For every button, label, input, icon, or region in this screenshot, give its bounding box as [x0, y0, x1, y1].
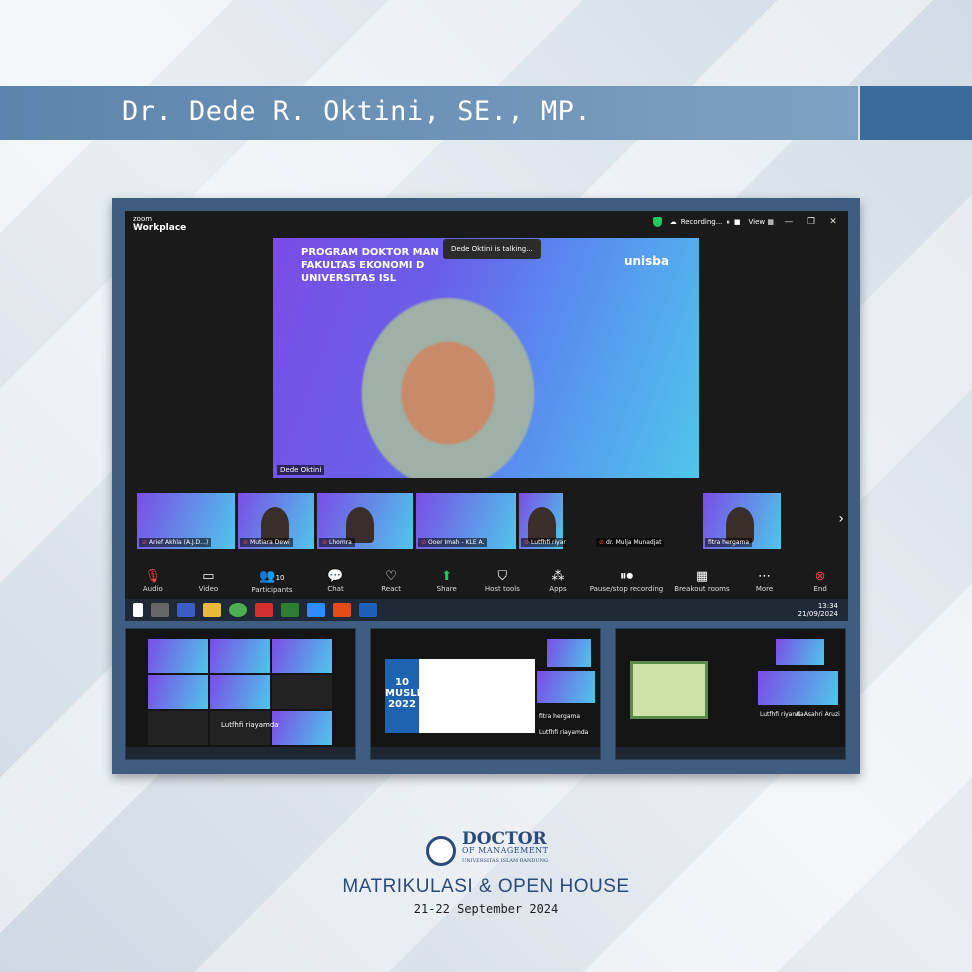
participants-button[interactable]: 👥10 Participants	[236, 569, 308, 594]
cloud-icon: ☁	[669, 218, 677, 226]
shield-icon: ⛉	[497, 569, 508, 584]
participant-tile[interactable]: ⊘ Ooer Imah - KLE A.	[416, 493, 516, 549]
participant-tile[interactable]: fitra hergama	[703, 493, 781, 549]
active-speaker-video[interactable]: PROGRAM DOKTOR MAN FAKULTAS EKONOMI D UN…	[273, 238, 699, 478]
video-thumb	[537, 671, 595, 703]
event-date: 21-22 September 2024	[413, 902, 559, 916]
mic-off-icon: ⊘	[421, 539, 427, 546]
mic-off-icon: ⊘	[524, 539, 530, 546]
screenshot-thumbnail-3: Lutfhfi riyanda A. Asahri Aruzi	[615, 628, 846, 760]
react-button[interactable]: ♡ React	[363, 569, 419, 593]
university-seal-icon	[426, 835, 456, 866]
host-tools-button[interactable]: ⛉ Host tools	[475, 569, 531, 593]
event-title: MATRIKULASI & OPEN HOUSE	[342, 876, 630, 897]
end-icon: ⊗	[814, 569, 826, 584]
video-icon: ▭	[202, 569, 215, 584]
app-icon[interactable]	[177, 603, 195, 617]
audio-button[interactable]: 🎙 Audio	[125, 569, 181, 593]
speaker-name-label: Dede Oktini	[277, 465, 325, 475]
participant-tile[interactable]: ⊘ Lhomra	[317, 493, 413, 549]
screenshot-thumbnail-1: Lutfhfi riayamda	[125, 628, 356, 760]
pause-icon[interactable]: ⏸	[726, 218, 730, 227]
zoom-logo: zoom Workplace	[133, 215, 187, 233]
minimize-icon[interactable]: —	[782, 217, 796, 227]
security-shield-icon[interactable]	[652, 217, 662, 227]
meeting-toolbar: 🎙 Audio ▭ Video 👥10 Participants 💬 Chat ♡ Rea…	[125, 563, 848, 599]
system-clock[interactable]: 13:34 21/09/2024	[798, 602, 838, 618]
share-button[interactable]: ⬆ Share	[419, 569, 475, 593]
task-view-icon[interactable]	[151, 603, 169, 617]
toolbar-thumb	[126, 747, 355, 759]
word-icon[interactable]	[359, 603, 377, 617]
mic-off-icon: ⊘	[599, 539, 605, 546]
talking-indicator: Dede Oktini is talking...	[443, 239, 541, 259]
breakout-rooms-button[interactable]: ▦ Breakout rooms	[667, 569, 737, 593]
mic-off-icon: 🎙	[144, 569, 162, 584]
unisba-logo: unisba	[623, 254, 669, 268]
gallery-grid	[148, 639, 332, 745]
participant-label: Lutfhfi riayamda	[539, 729, 589, 736]
speaker-name-title: Dr. Dede R. Oktini, SE., MP.	[122, 96, 592, 127]
grid-icon: ▦	[767, 218, 774, 226]
maximize-icon[interactable]: ❐	[804, 217, 818, 227]
video-button[interactable]: ▭ Video	[181, 569, 237, 593]
recording-indicator[interactable]: ☁ Recording... ⏸ ■	[670, 218, 741, 227]
toolbar-thumb	[371, 747, 600, 759]
folder-icon[interactable]	[203, 603, 221, 617]
participant-tile[interactable]: ⊘ dr. Mulja Munadjat	[566, 493, 700, 549]
participant-label: Lutfhfi riayamda	[221, 721, 279, 729]
slide-title: PROGRAM DOKTOR MAN FAKULTAS EKONOMI D UN…	[301, 247, 439, 284]
participants-icon: 👥10	[259, 568, 285, 584]
mic-off-icon: ⊘	[322, 539, 328, 546]
banner-accent	[860, 86, 972, 140]
video-thumb	[547, 639, 591, 667]
participant-label: fitra hergama	[539, 713, 581, 720]
heart-icon: ♡	[385, 569, 397, 584]
screenshot-thumbnail-2: 10 MUSLIM 2022 fitra hergama Lutfhfi ria…	[370, 628, 601, 760]
close-icon[interactable]: ✕	[826, 217, 840, 227]
title-bar-controls: ☁ Recording... ⏸ ■ View ▦ — ❐ ✕	[652, 217, 840, 227]
participant-strip: ⊘ Arief Akhla (A.J.D...) ⊘ Mutiara Dewi ⊘ L…	[137, 493, 837, 549]
zoom-icon[interactable]	[307, 603, 325, 617]
mic-off-icon: ⊘	[142, 539, 148, 546]
video-thumb	[758, 671, 838, 705]
participant-tile[interactable]: ⊘ Mutiara Dewi	[238, 493, 314, 549]
speaker-face	[348, 283, 548, 478]
breakout-icon: ▦	[695, 569, 709, 584]
slide-cover: 10 MUSLIM 2022	[385, 659, 430, 733]
chat-icon: 💬	[327, 569, 344, 584]
video-thumb	[776, 639, 824, 665]
toolbar-thumb	[616, 747, 845, 759]
windows-taskbar: 13:34 21/09/2024	[125, 599, 848, 621]
powerpoint-icon[interactable]	[333, 603, 351, 617]
pause-stop-recording-button[interactable]: ⏸⏺ Pause/stop recording	[586, 569, 667, 593]
stop-icon[interactable]: ■	[734, 218, 741, 226]
chat-button[interactable]: 💬 Chat	[308, 569, 364, 593]
mic-off-icon: ⊘	[243, 539, 249, 546]
start-icon[interactable]	[133, 603, 143, 617]
doctor-management-logo: DOCTOR OF MANAGEMENT UNIVERSITAS ISLAM B…	[426, 831, 549, 867]
chevron-right-icon[interactable]: ›	[838, 511, 844, 527]
app-icon[interactable]	[255, 603, 273, 617]
excel-icon[interactable]	[281, 603, 299, 617]
participant-tile[interactable]: ⊘ Lutfhfi riyanda	[519, 493, 578, 549]
view-button[interactable]: View ▦	[749, 218, 774, 226]
shared-slide	[630, 661, 708, 719]
participant-label: A. Asahri Aruzi	[796, 711, 840, 718]
zoom-window: zoom Workplace ☁ Recording... ⏸ ■ View ▦…	[125, 211, 848, 621]
chrome-icon[interactable]	[229, 603, 247, 617]
pause-record-icon: ⏸⏺	[619, 569, 633, 584]
apps-button[interactable]: ⁂ Apps	[530, 569, 586, 593]
more-icon: ⋯	[758, 569, 772, 584]
apps-icon: ⁂	[551, 569, 565, 584]
more-button[interactable]: ⋯ More	[737, 569, 793, 593]
shared-slide: 10 MUSLIM 2022	[385, 659, 535, 733]
participant-tile[interactable]: ⊘ Arief Akhla (A.J.D...)	[137, 493, 235, 549]
end-button[interactable]: ⊗ End	[792, 569, 848, 593]
share-icon: ⬆	[441, 569, 453, 584]
